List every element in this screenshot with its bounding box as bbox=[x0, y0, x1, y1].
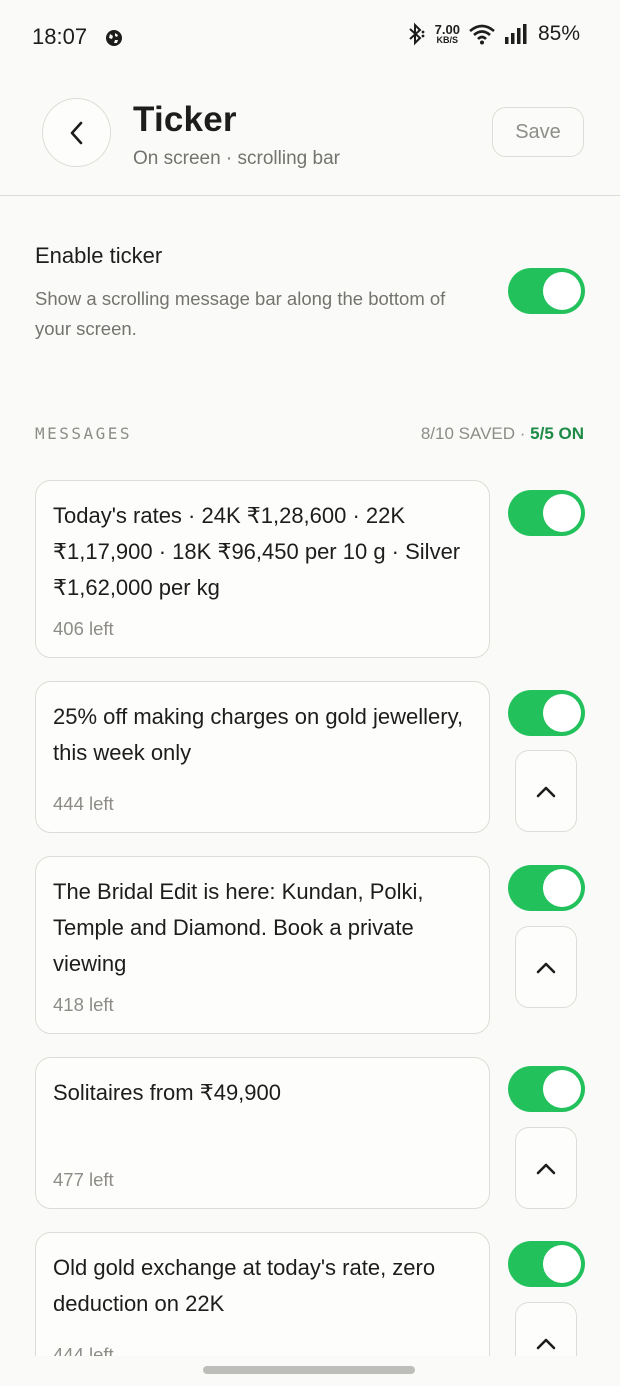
status-bar: 18:07 7.00 KB/S 85% bbox=[0, 0, 620, 76]
battery-level: 85% bbox=[537, 22, 580, 45]
save-button[interactable]: Save bbox=[492, 107, 584, 157]
chars-left: 444 left bbox=[53, 793, 114, 814]
move-up-button[interactable] bbox=[515, 926, 577, 1008]
chevron-up-icon bbox=[536, 1163, 556, 1175]
toggle-knob bbox=[543, 272, 581, 310]
home-indicator[interactable] bbox=[203, 1366, 415, 1374]
message-text[interactable]: Solitaires from ₹49,900 bbox=[53, 1075, 473, 1111]
count-separator: · bbox=[515, 424, 531, 443]
net-speed: 7.00 KB/S bbox=[435, 23, 460, 45]
move-up-button[interactable] bbox=[515, 750, 577, 832]
messages-counts: 8/10 SAVED · 5/5 ON bbox=[421, 424, 584, 444]
message-toggle[interactable] bbox=[508, 490, 585, 536]
toggle-knob bbox=[543, 1245, 581, 1283]
message-card[interactable]: 25% off making charges on gold jewellery… bbox=[35, 681, 490, 833]
chevron-up-icon bbox=[536, 786, 556, 798]
bluetooth-icon bbox=[408, 22, 425, 46]
chevron-up-icon bbox=[536, 962, 556, 974]
signal-icon bbox=[504, 24, 527, 44]
message-text[interactable]: The Bridal Edit is here: Kundan, Polki, … bbox=[53, 874, 473, 982]
move-up-button[interactable] bbox=[515, 1127, 577, 1209]
net-speed-unit: KB/S bbox=[436, 35, 459, 45]
message-text[interactable]: 25% off making charges on gold jewellery… bbox=[53, 699, 473, 771]
globe-icon bbox=[106, 30, 122, 46]
toggle-knob bbox=[543, 869, 581, 907]
status-icons: 7.00 KB/S 85% bbox=[405, 22, 580, 46]
toggle-knob bbox=[543, 494, 581, 532]
enable-ticker-title: Enable ticker bbox=[35, 243, 163, 268]
toggle-knob bbox=[543, 1070, 581, 1108]
enable-ticker-description: Show a scrolling message bar along the b… bbox=[35, 288, 446, 339]
on-count: 5/5 ON bbox=[530, 424, 584, 443]
page-subtitle: On screen · scrolling bar bbox=[133, 148, 340, 169]
header: Ticker On screen · scrolling bar Save bbox=[0, 76, 620, 196]
message-text[interactable]: Today's rates · 24K ₹1,28,600 · 22K ₹1,1… bbox=[53, 498, 473, 606]
message-toggle[interactable] bbox=[508, 1066, 585, 1112]
message-card[interactable]: Solitaires from ₹49,900 477 left bbox=[35, 1057, 490, 1209]
message-toggle[interactable] bbox=[508, 1241, 585, 1287]
message-toggle[interactable] bbox=[508, 690, 585, 736]
chars-left: 477 left bbox=[53, 1169, 114, 1190]
message-text[interactable]: Old gold exchange at today's rate, zero … bbox=[53, 1250, 473, 1322]
toggle-knob bbox=[543, 694, 581, 732]
page-title: Ticker bbox=[133, 100, 237, 139]
enable-ticker-toggle[interactable] bbox=[508, 268, 585, 314]
chevron-up-icon bbox=[536, 1338, 556, 1350]
chevron-left-icon bbox=[70, 121, 82, 144]
chars-left: 406 left bbox=[53, 618, 114, 639]
message-toggle[interactable] bbox=[508, 865, 585, 911]
saved-count: 8/10 SAVED bbox=[420, 424, 516, 443]
messages-section-label: MESSAGES bbox=[35, 424, 133, 443]
message-card[interactable]: Today's rates · 24K ₹1,28,600 · 22K ₹1,1… bbox=[35, 480, 490, 658]
chars-left: 418 left bbox=[53, 994, 114, 1015]
wifi-icon bbox=[469, 24, 495, 45]
message-card[interactable]: The Bridal Edit is here: Kundan, Polki, … bbox=[35, 856, 490, 1034]
back-button[interactable] bbox=[42, 98, 111, 167]
status-time: 18:07 bbox=[32, 24, 88, 49]
